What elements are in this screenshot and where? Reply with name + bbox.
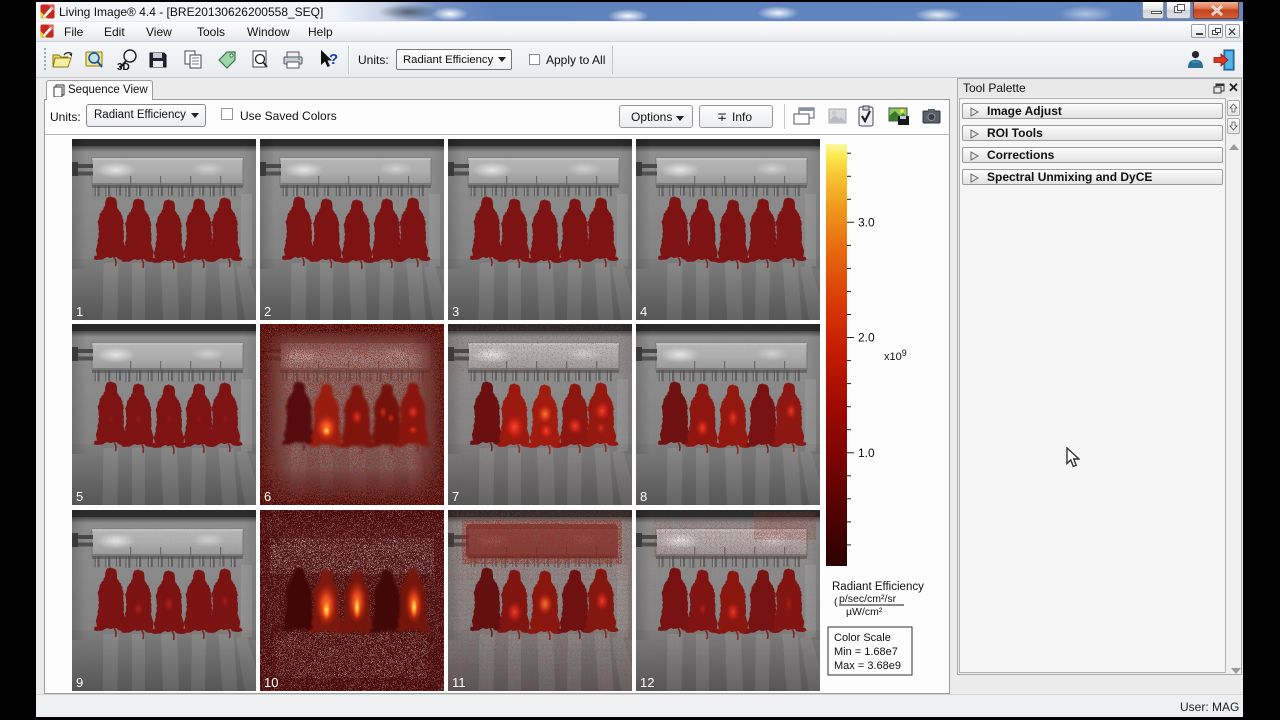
svg-text:3.0: 3.0 [858,215,875,229]
svg-text:2.0: 2.0 [858,331,875,345]
svg-text:9: 9 [76,675,83,690]
svg-text:1: 1 [76,304,83,319]
svg-text:11: 11 [452,675,466,690]
svg-text:Radiant Efficiency: Radiant Efficiency [832,581,924,593]
svg-text:3D: 3D [117,62,130,71]
svg-text:12: 12 [640,675,654,690]
svg-text:5: 5 [76,489,83,504]
svg-text:p/sec/cm²/sr: p/sec/cm²/sr [839,593,897,605]
svg-text:?: ? [329,51,338,68]
svg-text:1.0: 1.0 [858,446,875,460]
svg-text:x109: x109 [884,348,907,363]
svg-text:6: 6 [264,489,271,504]
svg-text:Color Scale: Color Scale [834,632,891,644]
svg-text:8: 8 [640,489,647,504]
svg-text:3: 3 [452,304,459,319]
svg-text:Min = 1.68e7: Min = 1.68e7 [834,646,898,658]
svg-text:2: 2 [264,304,271,319]
svg-text:10: 10 [264,675,278,690]
svg-text:µW/cm²: µW/cm² [846,606,883,618]
svg-text:(: ( [834,596,838,608]
svg-text:7: 7 [452,489,459,504]
svg-text:4: 4 [640,304,647,319]
svg-text:Max = 3.68e9: Max = 3.68e9 [834,660,901,672]
